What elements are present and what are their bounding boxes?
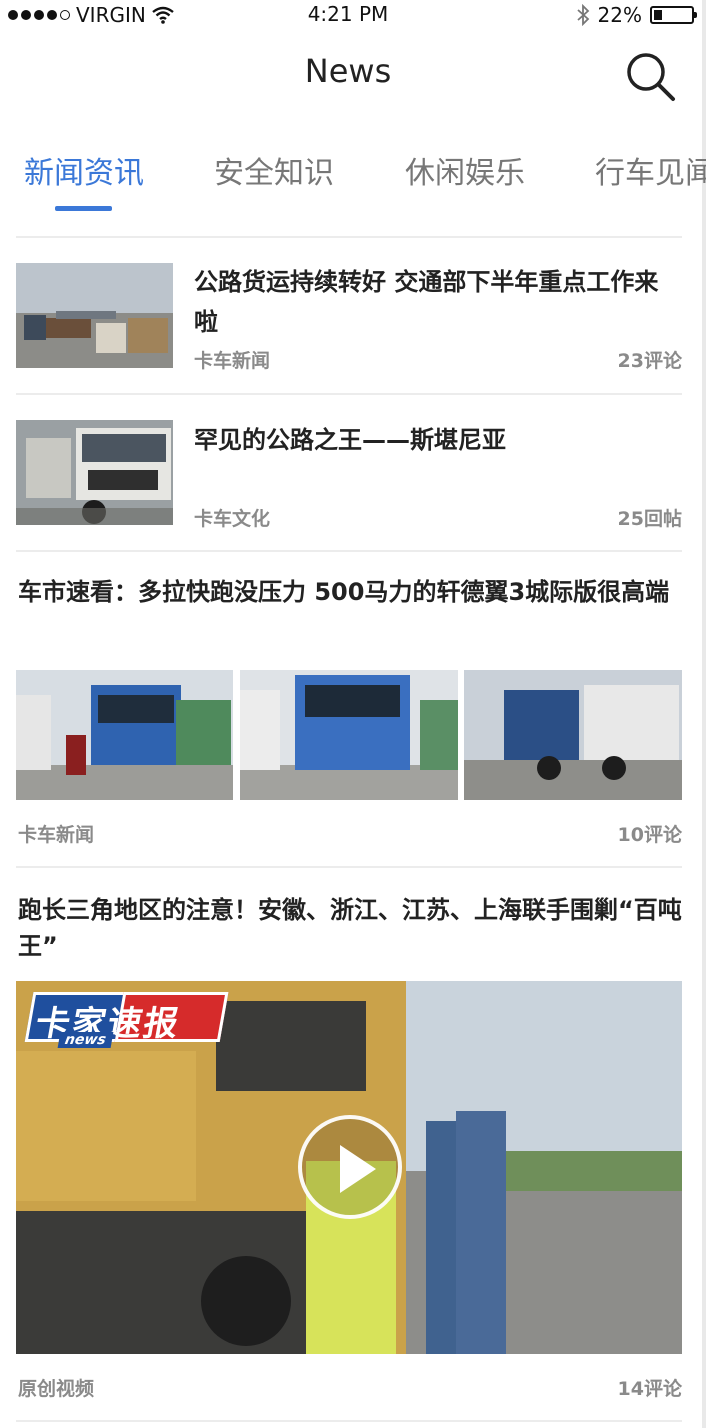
scania-truck-photo [16,420,173,525]
active-tab-indicator [55,206,112,211]
tab-driving-stories[interactable]: 行车见闻 [595,148,706,192]
battery-icon [650,6,697,24]
search-button[interactable] [624,50,676,102]
tabs-divider [16,236,682,238]
tab-news-info[interactable]: 新闻资讯 [24,148,144,192]
news-title: 公路货运持续转好 交通部下半年重点工作来啦 [194,268,659,336]
news-source: 卡车文化 [194,508,271,530]
page-title: News [304,52,392,90]
comment-count: 14评论 [617,1378,682,1400]
category-tabs: 新闻资讯 安全知识 休闲娱乐 行车见闻 [0,140,706,220]
bluetooth-icon [576,4,589,26]
news-title: 车市速看：多拉快跑没压力 500马力的轩德翼3城际版很高端 [18,578,670,606]
play-icon [340,1145,376,1193]
tractor-unit-photo-3 [464,670,682,800]
row-divider [16,1420,682,1422]
row-divider [16,550,682,552]
badge-logo-subtext: news [57,1032,114,1048]
news-source: 卡车新闻 [18,824,95,846]
news-title: 罕见的公路之王——斯堪尼亚 [194,426,506,454]
search-icon [627,53,675,101]
battery-percent: 22% [597,3,642,27]
row-divider [16,866,682,868]
tab-safety-knowledge[interactable]: 安全知识 [214,148,334,192]
comment-count: 10评论 [617,824,682,846]
blue-truck-expo-photo-1 [16,670,233,800]
news-badge-logo: 卡家速报 news [23,992,229,1054]
play-button[interactable] [298,1115,402,1219]
news-title: 跑长三角地区的注意！安徽、浙江、江苏、上海联手围剿“百吨王” [18,896,682,960]
news-source: 卡车新闻 [194,350,271,372]
blue-truck-expo-photo-2 [240,670,458,800]
comment-count: 23评论 [617,350,682,372]
truck-yard-photo [16,263,173,368]
row-divider [16,393,682,395]
comment-count: 25回帖 [617,508,682,530]
status-bar: VIRGIN 4:21 PM 22% [0,0,706,30]
news-source: 原创视频 [18,1378,95,1400]
tab-leisure-entertainment[interactable]: 休闲娱乐 [405,148,525,192]
